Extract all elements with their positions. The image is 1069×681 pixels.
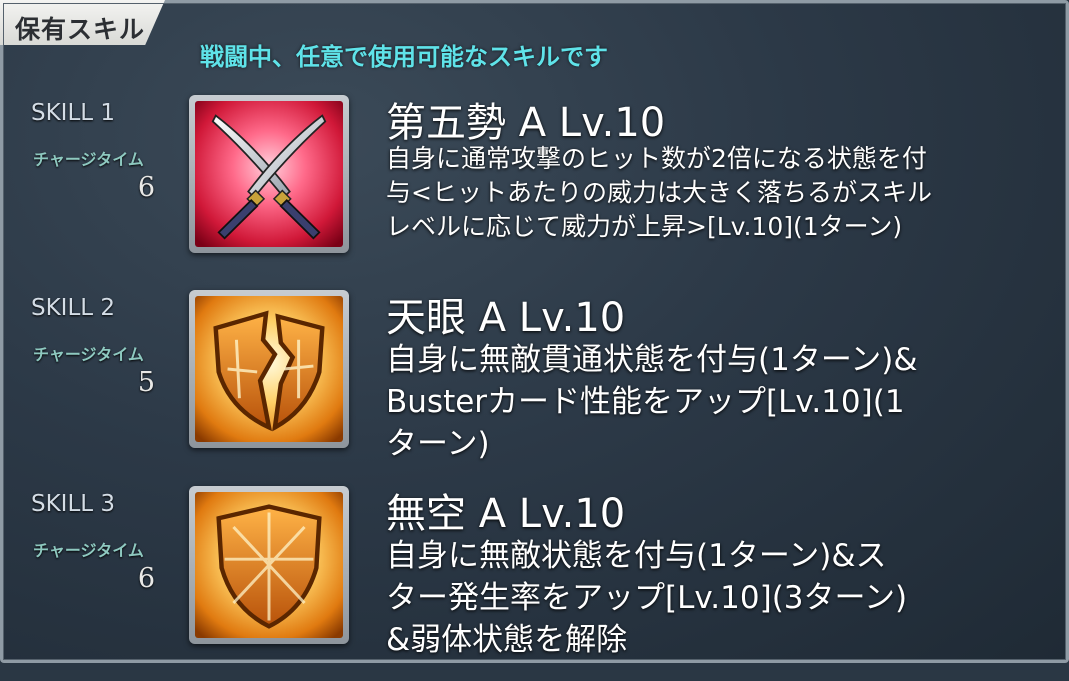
skill-slot-label: SKILL 3	[31, 491, 116, 517]
skill-description-line: &弱体状態を解除	[386, 622, 628, 658]
skill-icon-button[interactable]	[189, 290, 349, 448]
skill-icon-button[interactable]	[189, 486, 349, 644]
broken-shield-icon	[195, 296, 343, 442]
skill-description-line: 自身に無敵状態を付与(1ターン)&ス	[386, 538, 887, 574]
panel-title: 保有スキル	[15, 15, 146, 44]
skill-description-line: Busterカード性能をアップ[Lv.10](1	[386, 384, 905, 420]
skill-description: 自身に無敵貫通状態を付与(1ターン)& Busterカード性能をアップ[Lv.1…	[386, 339, 1056, 465]
skill-name: 無空 A Lv.10	[386, 491, 626, 537]
skill-description-line: レベルに応じて威力が上昇>[Lv.10](1ターン)	[386, 212, 903, 241]
skill-slot-label: SKILL 2	[31, 295, 116, 321]
skill-row-2: SKILL 2 チャージタイム 5 天眼 A Lv.10 自身に無敵貫通状態を付…	[3, 290, 1063, 485]
skill-description: 自身に通常攻撃のヒット数が2倍になる状態を付 与<ヒットあたりの威力は大きく落ち…	[386, 142, 1056, 244]
skill-description: 自身に無敵状態を付与(1ターン)&ス ター発生率をアップ[Lv.10](3ターン…	[386, 535, 1056, 661]
charge-time-label: チャージタイム	[33, 541, 144, 560]
skill-description-line: ターン)	[386, 426, 490, 462]
charge-time-value: 6	[137, 563, 155, 594]
skill-description-line: 自身に無敵貫通状態を付与(1ターン)&	[386, 342, 918, 378]
skill-description-line: ター発生率をアップ[Lv.10](3ターン)	[386, 580, 908, 616]
skill-name: 天眼 A Lv.10	[386, 295, 626, 341]
skill-icon-button[interactable]	[189, 95, 349, 253]
skill-row-3: SKILL 3 チャージタイム 6 無空 A Lv.10 自身に無敵状態を付与(…	[3, 486, 1063, 681]
charge-time-value: 5	[137, 367, 155, 398]
skill-description-line: 与<ヒットあたりの威力は大きく落ちるがスキル	[386, 178, 932, 207]
charge-time-label: チャージタイム	[33, 345, 144, 364]
skill-name: 第五勢 A Lv.10	[386, 100, 666, 146]
charge-time-label: チャージタイム	[33, 150, 144, 169]
charge-time-value: 6	[137, 172, 155, 203]
skill-description-line: 自身に通常攻撃のヒット数が2倍になる状態を付	[386, 144, 927, 173]
crossed-swords-icon	[195, 101, 343, 247]
shield-icon	[195, 492, 343, 638]
skill-slot-label: SKILL 1	[31, 100, 116, 126]
skill-panel: 保有スキル 戦闘中、任意で使用可能なスキルです SKILL 1 チャージタイム …	[0, 0, 1069, 663]
skill-row-1: SKILL 1 チャージタイム 6 第五勢 A Lv.10 自身に通常攻撃のヒッ…	[3, 95, 1063, 290]
panel-subtitle: 戦闘中、任意で使用可能なスキルです	[200, 43, 608, 71]
